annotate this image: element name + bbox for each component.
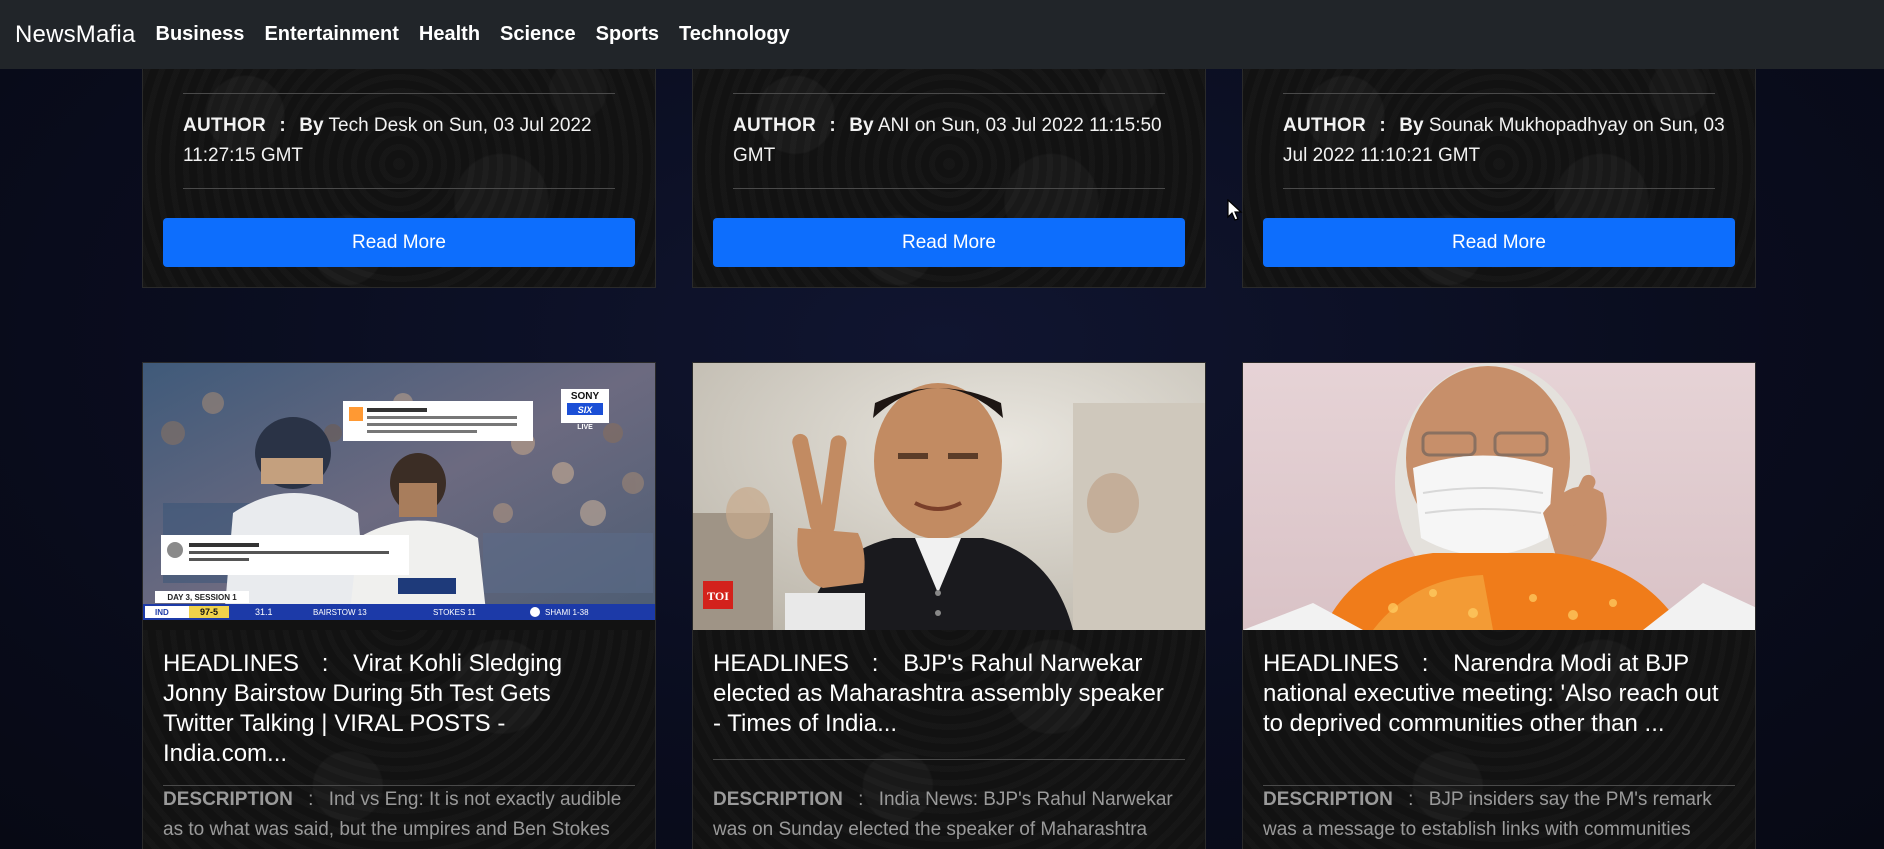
- read-more-button[interactable]: Read More: [1263, 218, 1735, 267]
- nav-link-business[interactable]: Business: [156, 23, 245, 46]
- broadcaster-mid-text: SIX: [578, 405, 594, 415]
- author-by: By: [1399, 115, 1424, 136]
- description-separator: :: [308, 789, 314, 810]
- description-label: DESCRIPTION: [1263, 789, 1393, 810]
- news-image-modi[interactable]: [1243, 363, 1755, 630]
- nav-link-technology[interactable]: Technology: [679, 23, 790, 46]
- author-info: AUTHOR : By Sounak Mukhopadhyay on Sun, …: [1283, 111, 1725, 171]
- author-label: AUTHOR: [1283, 115, 1367, 136]
- broadcaster-bottom-text: LIVE: [577, 424, 593, 431]
- mouse-cursor-icon: [1227, 199, 1243, 221]
- author-separator: :: [829, 115, 836, 136]
- nav-link-entertainment[interactable]: Entertainment: [264, 23, 398, 46]
- broadcaster-top-text: SONY: [571, 391, 600, 402]
- headline[interactable]: HEADLINES : BJP's Rahul Narwekar elected…: [713, 649, 1177, 739]
- description-separator: :: [858, 789, 864, 810]
- divider: [713, 759, 1185, 760]
- description: DESCRIPTION : BJP insiders say the PM's …: [1263, 785, 1731, 845]
- scorebar-score: 97-5: [200, 607, 218, 617]
- author-by: By: [849, 115, 874, 136]
- toi-logo-text: TOI: [707, 589, 729, 603]
- headline-label: HEADLINES: [163, 650, 300, 677]
- news-card: AUTHOR : By ANI on Sun, 03 Jul 2022 11:1…: [692, 40, 1206, 288]
- scorebar-bowler: SHAMI 1-38: [545, 608, 589, 617]
- author-label: AUTHOR: [733, 115, 817, 136]
- brand-logo[interactable]: NewsMafia: [15, 21, 136, 49]
- scorebar-team: IND: [155, 608, 169, 617]
- nav-link-health[interactable]: Health: [419, 23, 480, 46]
- description-label: DESCRIPTION: [713, 789, 843, 810]
- headline-separator: :: [321, 650, 329, 677]
- divider: [183, 188, 615, 189]
- divider: [733, 93, 1165, 94]
- read-more-button[interactable]: Read More: [713, 218, 1185, 267]
- news-card: TOI HEADLINES : BJP's Rahul Narwekar ele…: [692, 362, 1206, 849]
- divider: [733, 188, 1165, 189]
- description-separator: :: [1408, 789, 1414, 810]
- headline[interactable]: HEADLINES : Virat Kohli Sledging Jonny B…: [163, 649, 627, 769]
- divider: [183, 93, 615, 94]
- news-image-politician[interactable]: TOI: [693, 363, 1205, 630]
- cricket-photo: SONY SIX LIVE DAY 3, SESSION 1 IND 97-5 …: [143, 363, 655, 630]
- author-separator: :: [279, 115, 286, 136]
- headline[interactable]: HEADLINES : Narendra Modi at BJP nationa…: [1263, 649, 1727, 739]
- description: DESCRIPTION : India News: BJP's Rahul Na…: [713, 785, 1181, 845]
- scorebar-batter1: BAIRSTOW 13: [313, 608, 367, 617]
- nav-link-sports[interactable]: Sports: [596, 23, 659, 46]
- news-card: SONY SIX LIVE DAY 3, SESSION 1 IND 97-5 …: [142, 362, 656, 849]
- headline-label: HEADLINES: [1263, 650, 1400, 677]
- divider: [1283, 93, 1715, 94]
- top-navbar: NewsMafia Business Entertainment Health …: [0, 0, 1884, 69]
- politician-photo: TOI: [693, 363, 1205, 630]
- scorebar-overs: 31.1: [255, 607, 273, 617]
- nav-link-science[interactable]: Science: [500, 23, 576, 46]
- author-label: AUTHOR: [183, 115, 267, 136]
- divider: [1283, 188, 1715, 189]
- headline-separator: :: [1421, 650, 1429, 677]
- author-info: AUTHOR : By Tech Desk on Sun, 03 Jul 202…: [183, 111, 625, 171]
- news-card: AUTHOR : By Sounak Mukhopadhyay on Sun, …: [1242, 40, 1756, 288]
- description-label: DESCRIPTION: [163, 789, 293, 810]
- read-more-button[interactable]: Read More: [163, 218, 635, 267]
- news-card: HEADLINES : Narendra Modi at BJP nationa…: [1242, 362, 1756, 849]
- author-separator: :: [1379, 115, 1386, 136]
- scorebar-session: DAY 3, SESSION 1: [167, 593, 237, 602]
- news-image-cricket[interactable]: SONY SIX LIVE DAY 3, SESSION 1 IND 97-5 …: [143, 363, 655, 630]
- author-info: AUTHOR : By ANI on Sun, 03 Jul 2022 11:1…: [733, 111, 1175, 171]
- author-by: By: [299, 115, 324, 136]
- news-card: AUTHOR : By Tech Desk on Sun, 03 Jul 202…: [142, 40, 656, 288]
- headline-label: HEADLINES: [713, 650, 850, 677]
- headline-separator: :: [871, 650, 879, 677]
- description: DESCRIPTION : Ind vs Eng: It is not exac…: [163, 785, 631, 845]
- scorebar-batter2: STOKES 11: [433, 608, 476, 617]
- modi-photo: [1243, 363, 1755, 630]
